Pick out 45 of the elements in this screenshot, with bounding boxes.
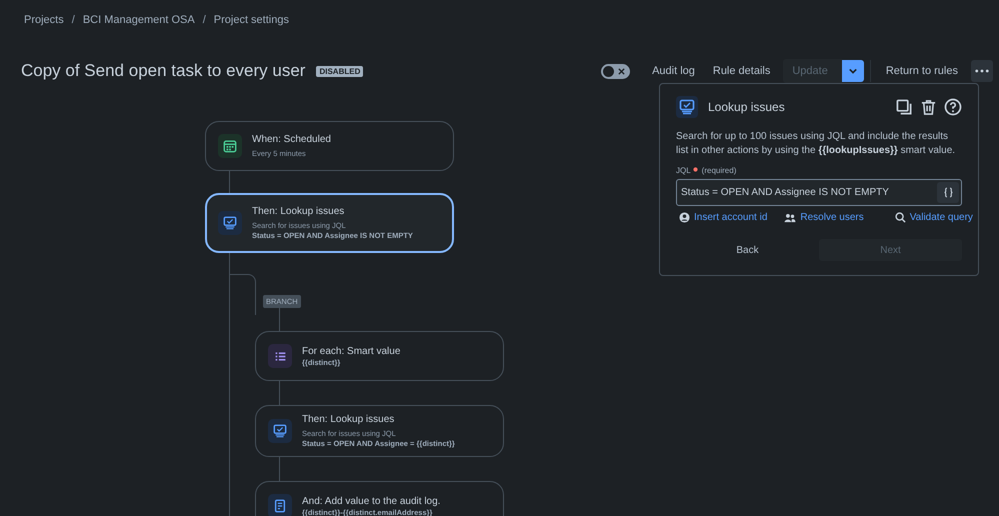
delete-icon[interactable]	[920, 98, 937, 116]
monitor-icon	[676, 96, 698, 118]
duplicate-icon[interactable]	[896, 98, 913, 116]
caret-icon	[848, 68, 857, 74]
list-icon	[268, 344, 292, 368]
node-title: Then: Lookup issues	[252, 206, 346, 217]
required-hint: (required)	[702, 166, 736, 175]
breadcrumb-separator: /	[202, 14, 206, 26]
more-button[interactable]	[971, 60, 993, 82]
audit-log-button[interactable]: Audit log	[643, 59, 704, 83]
status-lozenge: DISABLED	[316, 66, 364, 76]
breadcrumb-separator: /	[72, 14, 75, 26]
cross-icon	[618, 68, 626, 74]
update-dropdown-button[interactable]	[842, 60, 864, 82]
document-icon	[268, 494, 292, 516]
breadcrumb-link[interactable]: BCI Management OSA	[82, 14, 195, 26]
jql-input-field[interactable]: Status = OPEN AND Assignee IS NOT EMPTY	[676, 179, 962, 206]
node-title: Then: Lookup issues	[302, 414, 396, 425]
validate-query-link[interactable]: Validate query	[892, 212, 973, 223]
smart-value-button[interactable]	[937, 182, 959, 203]
rule-toggle[interactable]	[601, 64, 630, 78]
breadcrumb-link[interactable]: Projects	[24, 14, 64, 26]
more-icon	[975, 69, 989, 73]
panel-description: Search for up to 100 issues using JQL and include the results list in other actions by using the {{lookupIssues}} smart value.	[676, 130, 956, 158]
monitor-icon	[268, 419, 292, 443]
rule-title: Copy of Send open task to every user	[21, 61, 306, 81]
insert-account-id-link[interactable]: Insert account id	[676, 212, 768, 223]
monitor-icon	[218, 211, 242, 235]
search-icon	[894, 212, 906, 223]
node-title: When: Scheduled	[252, 134, 331, 145]
calendar-icon	[218, 134, 242, 158]
user-icon	[679, 212, 690, 223]
node-title: And: Add value to the audit log.	[302, 496, 440, 506]
rule-details-button[interactable]: Rule details	[704, 59, 780, 83]
required-icon	[692, 167, 698, 172]
back-button[interactable]: Back	[676, 239, 819, 261]
help-icon[interactable]	[944, 98, 962, 116]
return-to-rules-button[interactable]: Return to rules	[876, 59, 967, 83]
node-title: For each: Smart value	[302, 346, 400, 356]
resolve-users-link[interactable]: Resolve users	[781, 212, 864, 223]
panel-title: Lookup issues	[708, 100, 785, 114]
breadcrumb-link[interactable]: Project settings	[214, 14, 289, 26]
people-icon	[784, 212, 796, 222]
field-label: JQL	[676, 166, 691, 175]
braces-icon	[942, 187, 954, 198]
